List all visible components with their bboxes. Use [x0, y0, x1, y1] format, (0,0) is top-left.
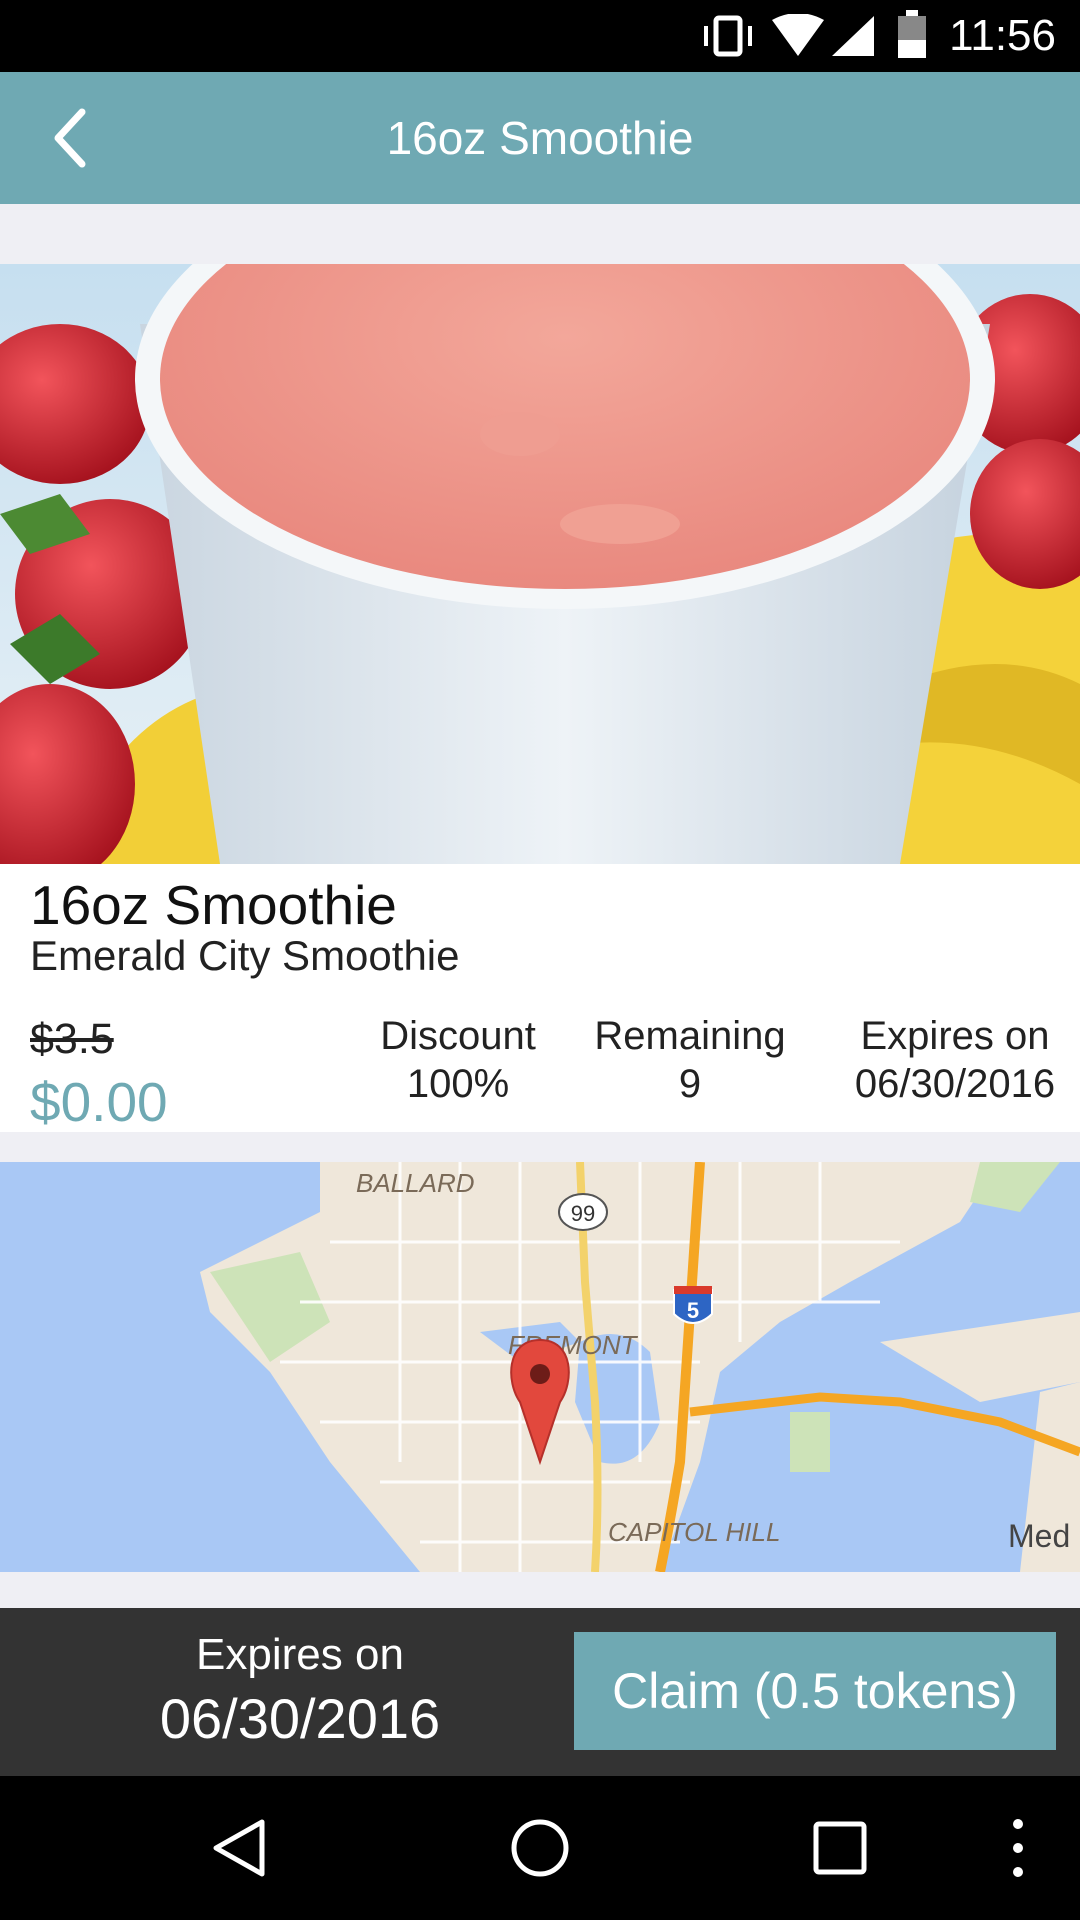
discount-stat: Discount 100%	[358, 1012, 558, 1108]
app-bar: 16oz Smoothie	[0, 72, 1080, 204]
route-99-label: 99	[571, 1201, 595, 1226]
expires-on-date: 06/30/2016	[159, 1687, 441, 1750]
clock-time: 11:56	[949, 11, 1056, 60]
discount-value: 100%	[406, 1062, 510, 1106]
expires-stat: Expires on 06/30/2016	[830, 1012, 1080, 1108]
remaining-value: 9	[678, 1062, 702, 1106]
recents-square-icon[interactable]	[810, 1818, 870, 1878]
map-label-capitol-hill: CAPITOL HILL	[608, 1517, 780, 1547]
discount-label: Discount	[380, 1014, 536, 1058]
overflow-dots-icon[interactable]	[1006, 1816, 1030, 1880]
deal-info: 16oz Smoothie Emerald City Smoothie $3.5…	[0, 864, 1080, 1133]
route-5-shield: 5	[673, 1286, 713, 1324]
expires-on-label: Expires on	[196, 1630, 404, 1679]
vibrate-icon	[704, 15, 752, 57]
merchant-name: Emerald City Smoothie	[30, 932, 460, 979]
route-99-shield: 99	[558, 1193, 608, 1231]
deal-price: $0.00	[30, 1071, 168, 1133]
product-image	[0, 264, 1080, 864]
battery-icon	[898, 10, 926, 58]
claim-button[interactable]: Claim (0.5 tokens)	[574, 1632, 1056, 1750]
map-label-med: Med	[1008, 1518, 1070, 1554]
back-triangle-icon[interactable]	[208, 1816, 272, 1880]
location-map[interactable]: 99 5 BALLARD FREMONT CAPITOL HILL Med	[0, 1162, 1080, 1572]
claim-bar: Expires on 06/30/2016 Claim (0.5 tokens)	[0, 1608, 1080, 1776]
wifi-icon	[772, 14, 824, 56]
remaining-stat: Remaining 9	[580, 1012, 800, 1108]
home-circle-icon[interactable]	[508, 1816, 572, 1880]
route-5-label: 5	[687, 1298, 699, 1323]
page-title: 16oz Smoothie	[386, 112, 694, 164]
status-bar: 11:56	[0, 0, 1080, 72]
map-label-ballard: BALLARD	[356, 1168, 475, 1198]
remaining-label: Remaining	[594, 1014, 786, 1058]
signal-icon	[832, 16, 874, 56]
original-price: $3.5	[30, 1015, 114, 1063]
navigation-bar	[0, 1776, 1080, 1920]
expires-label: Expires on	[860, 1014, 1050, 1058]
expires-value: 06/30/2016	[854, 1062, 1056, 1106]
